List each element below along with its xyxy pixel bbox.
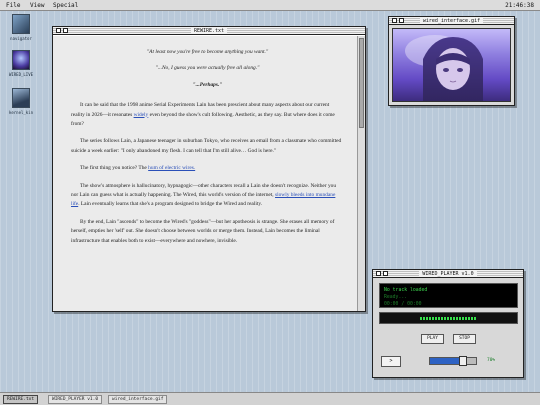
menu-bar: File View Special 21:46:38: [0, 0, 540, 11]
volume-percent: 70%: [487, 358, 496, 363]
close-box-icon[interactable]: [56, 28, 61, 33]
close-box-icon[interactable]: [376, 271, 381, 276]
volume-slider[interactable]: [429, 356, 477, 366]
track-time: 00:00 / 00:00: [384, 302, 422, 307]
link-widely[interactable]: widely: [134, 112, 149, 118]
desktop-icon-kernel[interactable]: kernel_kin: [6, 88, 36, 115]
paragraph: It can be said that the 1998 anime Seria…: [71, 102, 335, 128]
minimize-box-icon[interactable]: [63, 28, 68, 33]
visualizer: [379, 312, 518, 324]
minimize-box-icon[interactable]: [399, 18, 404, 23]
task-wired-player[interactable]: WIRED_PLAYER v1.0: [48, 395, 103, 404]
player-window-titlebar[interactable]: WIRED_PLAYER v1.0: [373, 270, 523, 278]
taskbar: REWIRE.txt WIRED_PLAYER v1.0 wired_inter…: [0, 392, 540, 405]
kernel-icon: [12, 88, 30, 108]
text-window-scrollbar[interactable]: [357, 36, 365, 311]
track-status: No track loaded: [384, 288, 428, 293]
gif-window-title: wired_interface.gif: [419, 18, 484, 24]
text-window-title: REWIRE.txt: [190, 28, 228, 34]
minimize-box-icon[interactable]: [383, 271, 388, 276]
paragraph: The first thing you notice? The hum of e…: [80, 165, 196, 172]
volume-knob[interactable]: [459, 356, 467, 366]
menu-file[interactable]: File: [6, 0, 20, 11]
quote-line: "...No, I guess you were actually free a…: [155, 65, 260, 72]
visualizer-bars: [420, 317, 476, 320]
gif-window: wired_interface.gif: [388, 16, 515, 106]
stop-button[interactable]: STOP: [453, 334, 476, 344]
quote-line: "At least now you're free to become anyt…: [146, 49, 269, 55]
text-window: REWIRE.txt "At least now you're free to …: [52, 26, 366, 312]
menu-clock: 21:46:38: [505, 2, 534, 9]
player-window-title: WIRED_PLAYER v1.0: [419, 271, 477, 277]
wired-live-icon: [12, 50, 30, 70]
navigator-icon: [12, 14, 30, 34]
menu-view[interactable]: View: [30, 0, 44, 11]
task-wired-interface[interactable]: wired_interface.gif: [108, 395, 168, 404]
wired-interface-image: [392, 28, 511, 102]
player-controls: > 70%: [379, 356, 518, 368]
text-window-titlebar[interactable]: REWIRE.txt: [53, 27, 365, 35]
desktop-icon-label: WIRED_LIVE: [8, 72, 34, 77]
desktop-icon-navigator[interactable]: navigator: [6, 14, 36, 41]
player-window: WIRED_PLAYER v1.0 No track loaded Ready.…: [372, 269, 524, 378]
skip-button[interactable]: >: [381, 356, 401, 367]
paragraph: The show's atmosphere is hallucinatory, …: [71, 182, 337, 208]
quote-line: "...Perhaps.": [192, 81, 223, 88]
desktop-icon-label: navigator: [10, 36, 32, 41]
task-rewire[interactable]: REWIRE.txt: [3, 395, 39, 404]
menu-special[interactable]: Special: [53, 0, 78, 11]
gif-window-titlebar[interactable]: wired_interface.gif: [389, 17, 514, 25]
player-display: No track loaded Ready... 00:00 / 00:00: [379, 283, 518, 308]
desktop-icon-label: kernel_kin: [8, 110, 34, 115]
paragraph: The series follows Lain, a Japanese teen…: [71, 138, 342, 154]
link-hum-of-electric-wires[interactable]: hum of electric wires.: [148, 165, 195, 171]
desktop-icon-wired-live[interactable]: WIRED_LIVE: [6, 50, 36, 77]
close-box-icon[interactable]: [392, 18, 397, 23]
player-state: Ready...: [384, 295, 408, 300]
paragraph: By the end, Lain "ascends" to become the…: [71, 218, 335, 244]
play-button[interactable]: PLAY: [421, 334, 444, 344]
text-document: "At least now you're free to become anyt…: [53, 36, 358, 311]
scrollbar-thumb[interactable]: [359, 38, 364, 128]
